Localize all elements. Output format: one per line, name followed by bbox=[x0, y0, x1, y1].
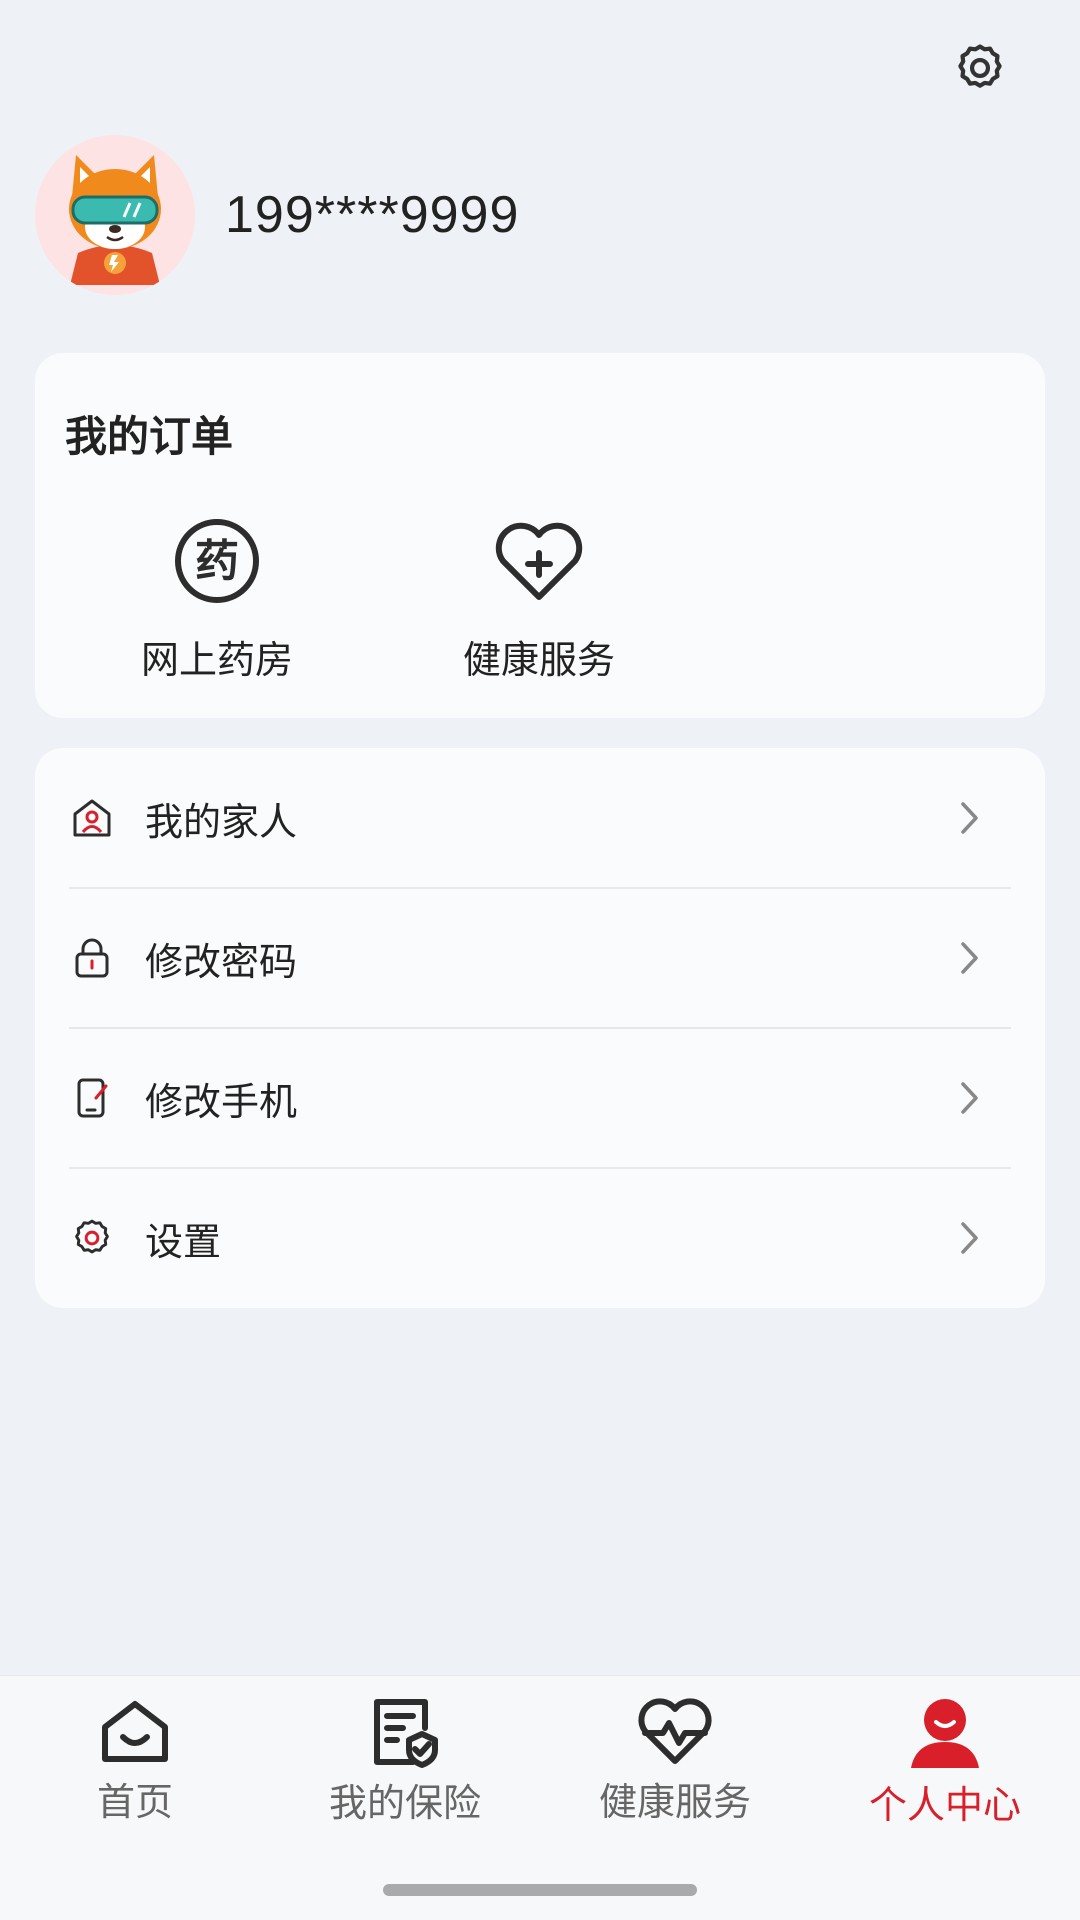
settings-button[interactable] bbox=[950, 38, 1010, 98]
menu-item-change-password[interactable]: 修改密码 bbox=[35, 888, 1045, 1028]
tab-my-insurance[interactable]: 我的保险 bbox=[270, 1696, 540, 1826]
orders-title: 我的订单 bbox=[65, 412, 234, 461]
tab-label: 个人中心 bbox=[868, 1783, 1021, 1827]
order-item-health-service[interactable]: 健康服务 bbox=[419, 513, 659, 684]
order-item-label: 网上药房 bbox=[140, 638, 293, 682]
chevron-right-icon bbox=[961, 1222, 978, 1254]
tab-personal-center[interactable]: 个人中心 bbox=[810, 1696, 1080, 1827]
my-orders-card: 我的订单 药 网上药房 健康服务 bbox=[35, 353, 1045, 718]
profile-page: 199****9999 我的订单 药 网上药房 健康服务 我的家人 修改密码 修… bbox=[0, 0, 1080, 1920]
person-icon bbox=[911, 1699, 979, 1768]
settings-menu-card: 我的家人 修改密码 修改手机 设置 bbox=[35, 748, 1045, 1308]
tab-label: 首页 bbox=[96, 1780, 173, 1824]
lock-icon bbox=[75, 938, 109, 978]
phone-edit-icon bbox=[77, 1078, 108, 1118]
phone-number: 199****9999 bbox=[225, 186, 520, 244]
order-item-pharmacy[interactable]: 药 网上药房 bbox=[97, 513, 337, 684]
home-icon bbox=[102, 1700, 168, 1762]
menu-item-settings[interactable]: 设置 bbox=[35, 1168, 1045, 1308]
heart-plus-icon bbox=[495, 522, 583, 600]
avatar[interactable] bbox=[35, 135, 195, 295]
family-icon bbox=[73, 799, 111, 837]
tab-label: 健康服务 bbox=[598, 1780, 751, 1824]
menu-item-label: 设置 bbox=[145, 1219, 222, 1264]
profile-header: 199****9999 bbox=[35, 135, 519, 295]
menu-item-label: 我的家人 bbox=[145, 799, 298, 844]
order-item-label: 健康服务 bbox=[462, 638, 615, 682]
menu-item-label: 修改密码 bbox=[145, 939, 298, 984]
tab-label: 我的保险 bbox=[328, 1781, 481, 1825]
pharmacy-icon: 药 bbox=[175, 519, 259, 603]
shiba-dog-avatar-icon bbox=[69, 155, 161, 285]
gear-icon bbox=[958, 44, 1002, 88]
chevron-right-icon bbox=[961, 942, 978, 974]
menu-item-change-phone[interactable]: 修改手机 bbox=[35, 1028, 1045, 1168]
tab-health-service[interactable]: 健康服务 bbox=[540, 1696, 810, 1826]
settings-icon bbox=[75, 1219, 109, 1254]
chevron-right-icon bbox=[961, 1082, 978, 1114]
home-indicator[interactable] bbox=[383, 1884, 697, 1896]
svg-text:药: 药 bbox=[195, 536, 239, 587]
tab-home[interactable]: 首页 bbox=[0, 1696, 270, 1826]
menu-item-label: 修改手机 bbox=[145, 1079, 298, 1124]
heartbeat-icon bbox=[638, 1697, 712, 1764]
chevron-right-icon bbox=[961, 802, 978, 834]
menu-item-family[interactable]: 我的家人 bbox=[35, 748, 1045, 888]
insurance-doc-icon bbox=[374, 1699, 438, 1768]
